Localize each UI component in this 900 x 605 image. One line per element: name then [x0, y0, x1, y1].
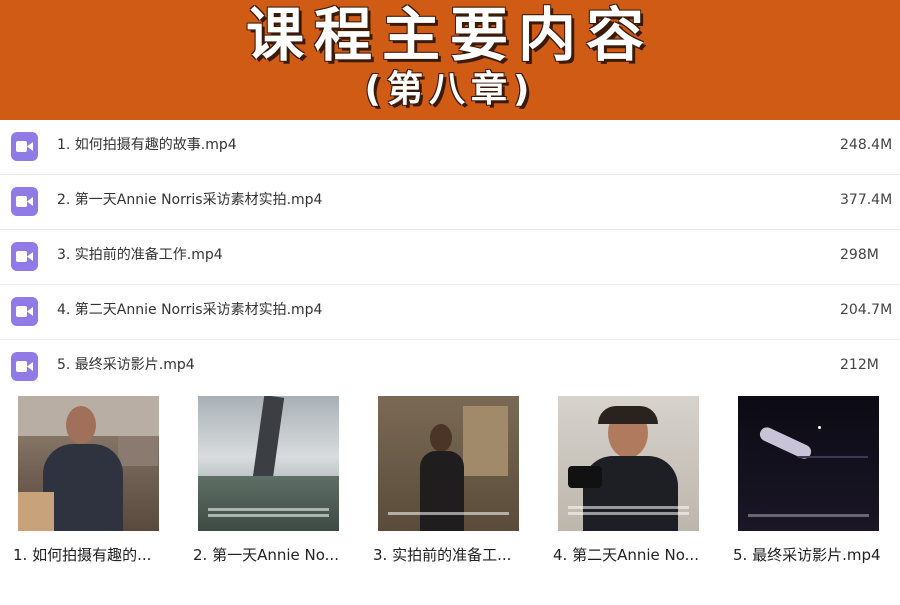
file-list: 1. 如何拍摄有趣的故事.mp4 248.4M 2. 第一天Annie Norr…	[0, 120, 900, 395]
video-file-icon	[11, 297, 38, 326]
file-size: 248.4M	[840, 137, 893, 153]
video-thumbnail-5	[738, 396, 879, 531]
file-name: 4. 第二天Annie Norris采访素材实拍.mp4	[57, 302, 323, 318]
video-thumbnail-2	[198, 396, 339, 531]
header-banner: 课程主要内容 (第八章)	[0, 0, 900, 120]
video-file-icon	[11, 352, 38, 381]
file-size: 204.7M	[840, 302, 893, 318]
thumbnail-caption: 2. 第一天Annie No...	[193, 546, 339, 564]
video-thumbnail-3	[378, 396, 519, 531]
file-row[interactable]: 5. 最终采访影片.mp4 212M	[0, 340, 900, 395]
file-name: 5. 最终采访影片.mp4	[57, 357, 195, 373]
banner-title: 课程主要内容	[245, 1, 654, 69]
file-size: 298M	[840, 247, 879, 263]
video-thumbnail-1	[18, 396, 159, 531]
file-size: 212M	[840, 357, 879, 373]
video-file-icon	[11, 242, 38, 271]
video-thumbnail-4	[558, 396, 699, 531]
thumbnail-caption: 5. 最终采访影片.mp4	[733, 546, 881, 564]
file-row[interactable]: 4. 第二天Annie Norris采访素材实拍.mp4 204.7M	[0, 285, 900, 340]
video-file-icon	[11, 132, 38, 161]
thumbnail-grid: 1. 如何拍摄有趣的... 2. 第一天Annie No... 3. 实拍前的准…	[0, 396, 900, 605]
file-size: 377.4M	[840, 192, 893, 208]
file-name: 2. 第一天Annie Norris采访素材实拍.mp4	[57, 192, 323, 208]
banner-subtitle: (第八章)	[364, 69, 536, 110]
file-row[interactable]: 2. 第一天Annie Norris采访素材实拍.mp4 377.4M	[0, 175, 900, 230]
file-name: 3. 实拍前的准备工作.mp4	[57, 247, 223, 263]
video-file-icon	[11, 187, 38, 216]
thumbnail-caption: 1. 如何拍摄有趣的...	[13, 546, 152, 564]
file-row[interactable]: 3. 实拍前的准备工作.mp4 298M	[0, 230, 900, 285]
thumbnail-caption: 3. 实拍前的准备工...	[373, 546, 512, 564]
file-row[interactable]: 1. 如何拍摄有趣的故事.mp4 248.4M	[0, 120, 900, 175]
file-name: 1. 如何拍摄有趣的故事.mp4	[57, 137, 237, 153]
thumbnail-caption: 4. 第二天Annie No...	[553, 546, 699, 564]
